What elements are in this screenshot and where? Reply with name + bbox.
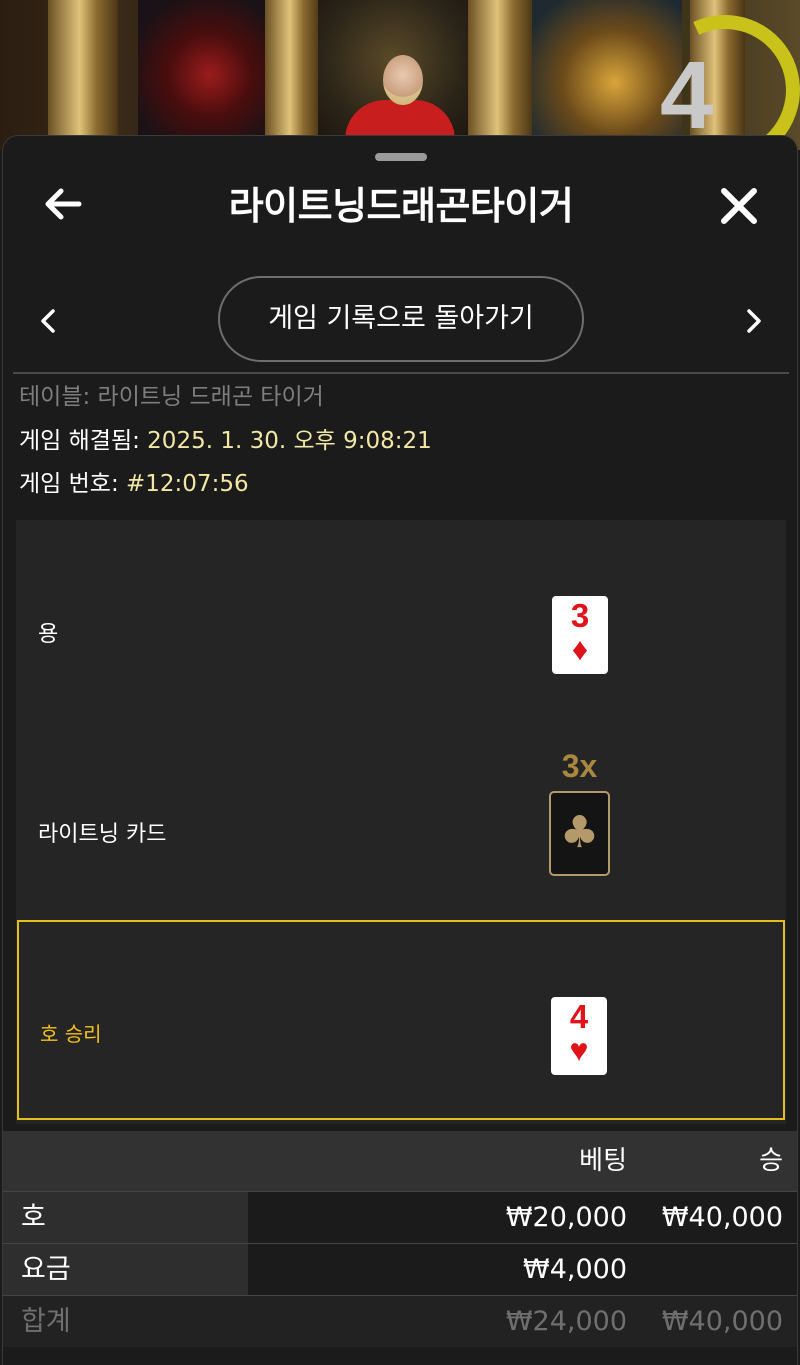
bet-summary-table: 베팅 승 호 ₩20,000 ₩40,000 요금 ₩4,000 합계 ₩24,… [3,1131,797,1347]
result-panel: 용 3 ♦ 3x 라이트닝 카드 ♣ 호 승리 4 ♥ [16,520,786,1124]
game-number-label: 게임 번호: [19,471,127,497]
resolved-label: 게임 해결됨: [19,428,148,454]
row-bet: ₩24,000 [505,1306,627,1337]
back-arrow-icon[interactable] [39,180,87,228]
resolved-value: 2025. 1. 30. 오후 9:08:21 [147,428,432,454]
row-name: 호 [3,1192,248,1243]
drag-handle[interactable] [375,153,427,161]
divider [13,372,789,374]
total-row: 합계 ₩24,000 ₩40,000 [3,1295,797,1347]
row-win: ₩40,000 [661,1202,783,1233]
page-title: 라이트닝드래곤타이거 [228,184,574,228]
close-icon[interactable] [713,180,765,232]
diamond-suit-icon: ♦ [571,631,589,667]
gold-pillar [468,0,533,150]
bet-column-header: 베팅 [579,1146,627,1176]
chevron-right-icon[interactable] [741,304,767,338]
lightning-multiplier: 3x [561,748,598,784]
gold-pillar [265,0,320,150]
win-column-header: 승 [759,1146,783,1176]
table-row: 요금 ₩4,000 [3,1243,797,1295]
resolved-info: 게임 해결됨: 2025. 1. 30. 오후 9:08:21 [19,426,432,456]
dragon-artwork [138,0,268,150]
dragon-label: 용 [38,622,59,647]
table-label: 테이블: [19,384,98,410]
gold-pillar [48,0,118,150]
lightning-card-label: 라이트닝 카드 [38,822,167,847]
table-row: 호 ₩20,000 ₩40,000 [3,1191,797,1243]
table-info: 테이블: 라이트닝 드래곤 타이거 [19,382,324,412]
row-bet: ₩4,000 [523,1254,627,1285]
row-win: ₩40,000 [661,1306,783,1337]
row-bet: ₩20,000 [505,1202,627,1233]
card-rank: 3 [570,597,590,634]
lightning-card: ♣ [549,791,610,876]
table-header: 베팅 승 [3,1131,797,1191]
back-to-history-button[interactable]: 게임 기록으로 돌아가기 [218,276,584,362]
club-suit-icon: ♣ [559,807,600,858]
chevron-left-icon[interactable] [35,304,61,338]
game-details-sheet: 라이트닝드래곤타이거 게임 기록으로 돌아가기 테이블: 라이트닝 드래곤 타이… [2,135,798,1365]
dragon-card: 3 ♦ [552,596,608,674]
tiger-card: 4 ♥ [551,997,607,1075]
live-video-background: 4 [0,0,800,150]
heart-suit-icon: ♥ [569,1032,589,1068]
game-number-value: #12:07:56 [126,471,249,497]
countdown-number: 4 [660,42,714,149]
tiger-win-label: 호 승리 [40,1022,102,1046]
winner-highlight: 호 승리 4 ♥ [17,920,785,1120]
dealer-head [383,55,423,105]
card-rank: 4 [569,998,589,1035]
game-number-info: 게임 번호: #12:07:56 [19,469,249,499]
row-name: 합계 [21,1306,71,1337]
row-name: 요금 [3,1244,248,1295]
table-value: 라이트닝 드래곤 타이거 [97,384,324,410]
